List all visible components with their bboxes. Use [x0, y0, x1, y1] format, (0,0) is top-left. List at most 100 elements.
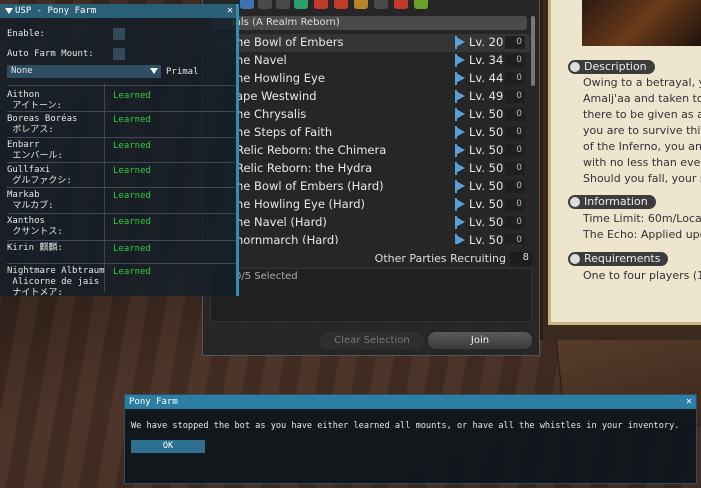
duty-count: 0: [505, 54, 525, 67]
tab-guildhest-icon[interactable]: [276, 0, 290, 9]
info-line: Should you fall, your so: [583, 172, 701, 185]
duty-row[interactable]: Relic Reborn: the Chimera Lv. 50 0: [212, 142, 530, 160]
info-line: Amalj'aa and taken to t: [583, 92, 701, 105]
info-line: One to four players (1: [583, 269, 701, 282]
recruiting-row: Other Parties Recruiting 8: [212, 250, 532, 268]
flag-icon: [456, 235, 465, 244]
duty-count: 0: [505, 36, 525, 49]
duty-count: 0: [505, 198, 525, 211]
usp-title-bar[interactable]: USP - Pony Farm ✕: [0, 4, 236, 18]
flag-icon: [456, 37, 465, 47]
mount-status: Learned: [113, 91, 151, 101]
duty-name: he Navel: [236, 53, 287, 67]
requirements-heading: Requirements: [568, 252, 669, 266]
duty-row[interactable]: he Navel (Hard) Lv. 50 0: [212, 214, 530, 232]
row-divider: [7, 85, 235, 86]
primal-label: Primal: [166, 67, 199, 77]
duty-list-scrollbar[interactable]: [531, 16, 535, 86]
mount-name: Markab マルカブ:: [7, 190, 54, 211]
duty-row[interactable]: he Navel Lv. 34 0: [212, 52, 530, 70]
tab-custom-icon[interactable]: [414, 0, 428, 9]
join-button[interactable]: Join: [428, 332, 532, 349]
mount-status: Learned: [113, 191, 151, 201]
duty-category-header[interactable]: ials (A Realm Reborn): [212, 16, 527, 30]
duty-row[interactable]: Relic Reborn: the Hydra Lv. 50 0: [212, 160, 530, 178]
flag-icon: [456, 181, 465, 191]
chevron-down-icon: [150, 68, 158, 74]
duty-level: Lv. 50: [469, 197, 504, 211]
duty-level: Lv. 50: [469, 143, 504, 157]
duty-row[interactable]: he Bowl of Embers Lv. 20 0: [212, 34, 530, 52]
auto-farm-checkbox[interactable]: [113, 48, 125, 60]
duty-name: Relic Reborn: the Chimera: [236, 143, 387, 157]
close-icon[interactable]: ✕: [227, 4, 233, 18]
tab-trial-icon[interactable]: [294, 0, 308, 9]
enable-checkbox[interactable]: [113, 28, 125, 40]
mount-status: Learned: [113, 267, 151, 277]
dialog-title-bar[interactable]: Pony Farm ✕: [125, 395, 696, 409]
duty-row[interactable]: he Howling Eye (Hard) Lv. 50 0: [212, 196, 530, 214]
duty-row[interactable]: he Steps of Faith Lv. 50 0: [212, 124, 530, 142]
ok-button[interactable]: OK: [131, 440, 205, 453]
flag-icon: [456, 145, 465, 155]
tab-field-icon[interactable]: [394, 0, 408, 9]
flag-icon: [456, 199, 465, 209]
duty-banner-image: [582, 0, 701, 46]
info-line: Time Limit: 60m/Locat: [583, 212, 701, 225]
flag-icon: [456, 55, 465, 65]
row-divider: [7, 111, 235, 112]
usp-title: USP - Pony Farm: [15, 6, 97, 16]
duty-level: Lv. 50: [469, 215, 504, 229]
dialog-title: Pony Farm: [129, 397, 178, 407]
duty-count: 0: [505, 72, 525, 85]
duty-level: Lv. 34: [469, 53, 504, 67]
mount-select[interactable]: None: [7, 65, 161, 78]
duty-name: he Chrysalis: [236, 107, 307, 121]
duty-row[interactable]: hornmarch (Hard) Lv. 50 0: [212, 232, 530, 244]
row-divider: [7, 240, 235, 241]
usp-pony-farm-window: USP - Pony Farm ✕ Enable: Auto Farm Moun…: [0, 4, 239, 298]
duty-row[interactable]: he Howling Eye Lv. 44 0: [212, 70, 530, 88]
description-heading: Description: [568, 60, 655, 74]
info-line: you are to survive this: [583, 124, 701, 137]
flag-icon: [456, 91, 465, 101]
duty-row[interactable]: ape Westwind Lv. 49 0: [212, 88, 530, 106]
info-bullet-icon: [570, 254, 580, 264]
duty-name: he Bowl of Embers: [236, 35, 344, 49]
info-bullet-icon: [570, 197, 580, 207]
mount-name: Nightmare Albtraum Alicorne de jais ナイトメ…: [7, 266, 105, 298]
tab-dungeon-icon[interactable]: [258, 0, 272, 9]
duty-level: Lv. 50: [469, 125, 504, 139]
close-icon[interactable]: ✕: [682, 395, 692, 409]
info-line: there to be given as an: [583, 108, 701, 121]
mount-status: Learned: [113, 217, 151, 227]
mount-name: Aithon アイトーン:: [7, 90, 62, 111]
selected-count: 0/5 Selected: [235, 271, 298, 282]
duty-count: 0: [505, 108, 525, 121]
tab-raid-icon[interactable]: [314, 0, 328, 9]
info-line: with no less than every: [583, 156, 701, 169]
tab-treasure-icon[interactable]: [374, 0, 388, 9]
recruiting-label: Other Parties Recruiting: [374, 252, 506, 265]
row-divider: [7, 162, 235, 163]
tab-quest-icon[interactable]: [354, 0, 368, 9]
collapse-icon[interactable]: [5, 8, 13, 14]
mount-status: Learned: [113, 166, 151, 176]
info-line: Owing to a betrayal, yo: [583, 76, 701, 89]
duty-row[interactable]: he Bowl of Embers (Hard) Lv. 50 0: [212, 178, 530, 196]
mount-status: Learned: [113, 244, 151, 254]
row-divider: [7, 263, 235, 264]
flag-icon: [456, 163, 465, 173]
tab-pvp-icon[interactable]: [334, 0, 348, 9]
duty-level: Lv. 50: [469, 233, 504, 244]
flag-icon: [456, 127, 465, 137]
duty-count: 0: [505, 90, 525, 103]
mount-name: Enbarr エンバール:: [7, 140, 63, 161]
duty-name: ape Westwind: [236, 89, 317, 103]
recruiting-count: 8: [510, 252, 532, 266]
tab-roulette-icon[interactable]: [240, 0, 254, 9]
pony-farm-dialog: Pony Farm ✕ We have stopped the bot as y…: [124, 394, 697, 484]
duty-row[interactable]: he Chrysalis Lv. 50 0: [212, 106, 530, 124]
info-line: The Echo: Applied upo: [583, 228, 701, 241]
clear-selection-button[interactable]: Clear Selection: [320, 332, 424, 349]
